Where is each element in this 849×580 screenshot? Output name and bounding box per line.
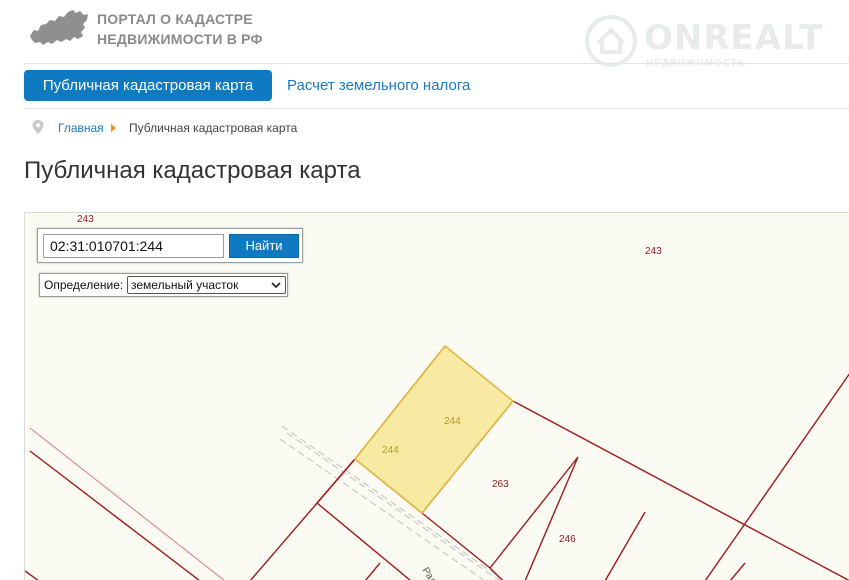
tab-public-cadastral-map[interactable]: Публичная кадастровая карта (24, 70, 272, 101)
map-label-244-b: 244 (382, 445, 399, 456)
find-button[interactable]: Найти (229, 234, 299, 258)
definition-select[interactable]: земельный участок (127, 276, 286, 294)
definition-selected-value: земельный участок (131, 278, 239, 292)
location-pin-icon (32, 120, 44, 134)
watermark-text: ONREALT (644, 18, 824, 58)
tab-land-tax-calc[interactable]: Расчет земельного налога (287, 70, 470, 101)
definition-label: Определение: (44, 278, 124, 292)
map-label-246: 246 (559, 534, 576, 545)
site-header: ПОРТАЛ О КАДАСТРЕ НЕДВИЖИМОСТИ В РФ ONRE… (0, 0, 849, 69)
map-street-label: Радуж (420, 566, 446, 580)
onrealt-watermark: ONREALT НЕДВИЖИМОСТЬ (584, 14, 834, 74)
page-title: Публичная кадастровая карта (24, 157, 361, 184)
breadcrumb-home-link[interactable]: Главная (58, 121, 104, 135)
cadastral-search-panel: Найти (37, 228, 303, 263)
definition-panel: Определение: земельный участок (39, 273, 288, 297)
breadcrumb-current: Публичная кадастровая карта (129, 121, 298, 135)
map-label-243-top-left: 243 (77, 214, 94, 225)
nav-divider-bottom (24, 108, 849, 109)
map-canvas[interactable]: 243 243 244 244 263 246 Радуж (25, 213, 849, 580)
logo-line-1: ПОРТАЛ О КАДАСТРЕ (97, 11, 253, 27)
map-label-243-top-right: 243 (645, 246, 662, 257)
breadcrumb-arrow-icon (111, 124, 116, 132)
russia-map-logo-icon[interactable] (28, 6, 90, 50)
thin-boundary (29, 427, 225, 580)
cadastral-number-input[interactable] (43, 234, 224, 258)
logo-line-2: НЕДВИЖИМОСТИ В РФ (97, 31, 263, 47)
chevron-down-icon (271, 282, 281, 288)
map-label-244-a: 244 (444, 416, 461, 427)
house-icon (585, 15, 637, 67)
cadastral-map[interactable]: 243 243 244 244 263 246 Радуж (24, 212, 849, 580)
nav-divider-top (24, 63, 849, 64)
map-label-263: 263 (492, 479, 509, 490)
site-logo-text[interactable]: ПОРТАЛ О КАДАСТРЕ НЕДВИЖИМОСТИ В РФ (97, 9, 263, 49)
